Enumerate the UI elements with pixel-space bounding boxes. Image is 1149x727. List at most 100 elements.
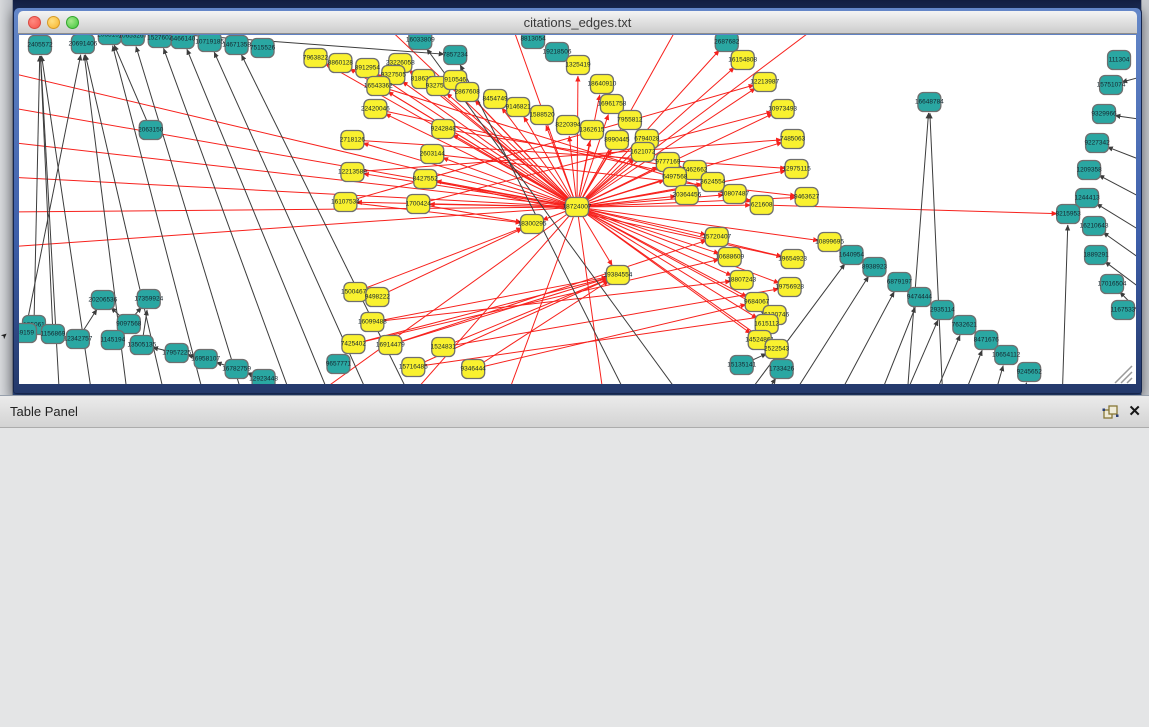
graph-node[interactable]: 12342757	[63, 330, 92, 349]
graph-node[interactable]: 16154808	[728, 51, 757, 70]
graph-edge[interactable]	[1061, 225, 1068, 384]
graph-edge[interactable]	[577, 207, 719, 254]
graph-node[interactable]: 19756928	[775, 278, 804, 297]
network-graph[interactable]: 2405572206914062063151106532671527602646…	[19, 35, 1136, 384]
graph-node[interactable]: 15751074	[1097, 76, 1126, 95]
graph-node[interactable]: 2718126	[340, 131, 366, 150]
graph-edge[interactable]	[889, 320, 938, 384]
graph-node[interactable]: 15720407	[702, 228, 731, 247]
graph-node[interactable]: 2603144	[420, 145, 446, 164]
graph-node[interactable]: 1640954	[839, 246, 865, 265]
graph-node[interactable]: 9657771	[326, 355, 352, 374]
graph-node[interactable]: 9463627	[794, 188, 820, 207]
graph-edge[interactable]	[1014, 383, 1026, 384]
graph-node[interactable]: 2405572	[27, 36, 53, 55]
graph-node[interactable]: 8912954	[355, 59, 381, 78]
graph-edge[interactable]	[820, 292, 895, 384]
graph-node[interactable]: 10973493	[768, 100, 797, 119]
graph-node[interactable]: 2687682	[714, 35, 740, 52]
network-canvas[interactable]: 2405572206914062063151106532671527602646…	[19, 35, 1136, 384]
graph-node[interactable]: 17957225	[162, 344, 191, 363]
graph-edge[interactable]	[984, 366, 1003, 384]
graph-node[interactable]: 1167533	[1111, 301, 1136, 320]
graph-node[interactable]: 19654923	[778, 250, 807, 269]
graph-node[interactable]: 16099488	[358, 313, 387, 332]
graph-node[interactable]: 7632621	[952, 316, 978, 335]
graph-edge[interactable]	[418, 204, 521, 222]
graph-edge[interactable]	[949, 350, 982, 384]
graph-node[interactable]: 8454749	[483, 90, 509, 109]
graph-node[interactable]: 10899695	[815, 233, 844, 252]
graph-node[interactable]: 14671358	[222, 36, 251, 55]
graph-node[interactable]: 2867608	[455, 83, 481, 102]
graph-node[interactable]: 19384554	[604, 266, 633, 285]
graph-node[interactable]: 18640910	[588, 75, 617, 94]
graph-edge[interactable]	[370, 207, 577, 384]
graph-edge[interactable]	[930, 113, 944, 384]
graph-node[interactable]: 10653267	[118, 35, 147, 46]
graph-node[interactable]: 8938923	[862, 258, 888, 277]
graph-edge[interactable]	[19, 207, 577, 212]
graph-node[interactable]: 7857234	[443, 46, 469, 65]
graph-node[interactable]: 13505135	[127, 336, 156, 355]
graph-node[interactable]: 7485063	[780, 130, 806, 149]
graph-node[interactable]: 1527602	[147, 35, 173, 48]
graph-edge[interactable]	[390, 240, 706, 345]
graph-node[interactable]: 15716485	[399, 358, 428, 377]
graph-node[interactable]: 10688609	[715, 248, 744, 267]
graph-node[interactable]: 1889291	[1083, 246, 1109, 265]
graph-node[interactable]: 39159	[19, 324, 36, 343]
graph-node[interactable]: 1244413	[1074, 189, 1100, 208]
graph-edge[interactable]	[577, 207, 819, 240]
graph-edge[interactable]	[1107, 147, 1136, 167]
graph-node[interactable]: 1700424	[406, 195, 432, 214]
graph-node[interactable]: 15135141	[727, 356, 756, 375]
resize-grip-icon[interactable]	[1115, 366, 1132, 383]
graph-node[interactable]: 9474444	[907, 288, 933, 307]
graph-node[interactable]: 6466140	[170, 35, 196, 49]
graph-node[interactable]: 1145194	[100, 331, 125, 350]
graph-node[interactable]: 1524831	[431, 338, 457, 357]
graph-node[interactable]: 17016504	[1098, 275, 1127, 294]
graph-edge[interactable]	[745, 378, 776, 384]
graph-node[interactable]: 8427552	[413, 170, 439, 189]
graph-node[interactable]: 6497568	[662, 168, 688, 187]
graph-edge[interactable]	[355, 228, 521, 292]
graph-node[interactable]: 1621072	[630, 143, 656, 162]
graph-node[interactable]: 20364456	[672, 186, 701, 205]
float-window-icon[interactable]	[1102, 404, 1119, 421]
graph-node[interactable]: 12975115	[782, 160, 811, 179]
graph-edge[interactable]	[25, 55, 81, 333]
graph-edge[interactable]	[377, 229, 522, 297]
graph-node[interactable]: 16210643	[1080, 217, 1109, 236]
graph-edge[interactable]	[164, 48, 301, 384]
graph-edge[interactable]	[40, 56, 52, 334]
graph-node[interactable]: 12213589	[338, 163, 367, 182]
graph-node[interactable]: 18724007	[563, 198, 592, 217]
graph-node[interactable]: 9242848	[431, 120, 457, 139]
graph-node[interactable]: 16107534	[331, 193, 360, 212]
graph-node[interactable]: 1325419	[565, 56, 591, 75]
graph-node[interactable]: 6879197	[887, 273, 913, 292]
graph-node[interactable]: 22420046	[361, 100, 390, 119]
graph-node[interactable]: 8471676	[974, 331, 1000, 350]
graph-node[interactable]: 111304	[1108, 51, 1131, 70]
graph-node[interactable]: 9227342	[1084, 134, 1110, 153]
graph-node[interactable]: 8860128	[328, 54, 354, 73]
graph-edge[interactable]	[19, 207, 577, 247]
graph-node[interactable]: 16648784	[915, 93, 944, 112]
graph-node[interactable]: 1362615	[579, 121, 605, 140]
graph-node[interactable]: 10807487	[720, 185, 749, 204]
graph-node[interactable]: 1733426	[769, 360, 795, 379]
graph-edge[interactable]	[353, 278, 607, 344]
graph-edge[interactable]	[390, 278, 607, 345]
close-icon[interactable]: ✕	[1128, 402, 1141, 420]
graph-node[interactable]: 7425402	[341, 335, 367, 354]
graph-node[interactable]: 2063150	[138, 121, 164, 140]
graph-node[interactable]: 16958107	[191, 350, 220, 369]
graph-node[interactable]: 8813054	[520, 35, 546, 49]
graph-node[interactable]: 8220394	[555, 116, 581, 135]
window-titlebar[interactable]: citations_edges.txt	[18, 11, 1137, 34]
graph-node[interactable]: 3624554	[700, 173, 726, 192]
graph-node[interactable]: 9498222	[365, 288, 391, 307]
